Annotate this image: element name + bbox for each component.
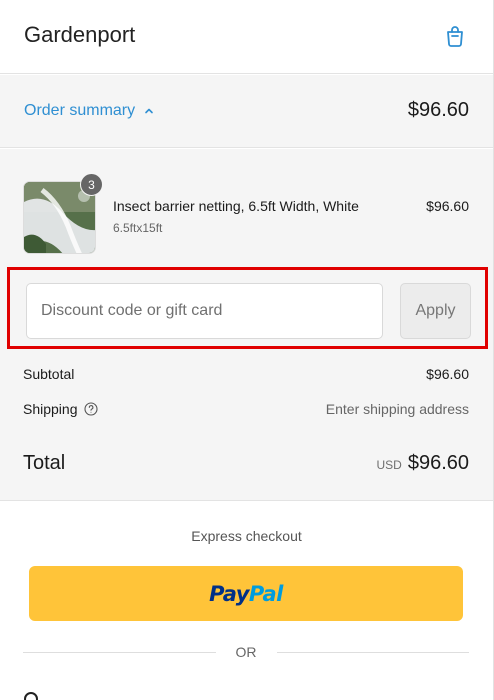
product-variant: 6.5ftx15ft (113, 221, 163, 235)
apply-discount-button[interactable]: Apply (400, 283, 471, 339)
discount-highlight-box: Apply (7, 267, 488, 349)
line-item: 3 Insect barrier netting, 6.5ft Width, W… (23, 173, 469, 254)
or-label: OR (235, 644, 257, 660)
shipping-value: Enter shipping address (325, 401, 469, 417)
subtotal-label: Subtotal (23, 366, 75, 382)
total-row: Total USD $96.60 (23, 452, 469, 475)
shipping-label: Shipping (23, 401, 78, 417)
total-label: Total (23, 452, 66, 474)
shipping-row: Shipping Enter shipping address (23, 401, 469, 417)
divider-line-left (23, 651, 216, 653)
header: Gardenport (0, 0, 493, 74)
order-summary-bar: Order summary $96.60 (0, 75, 493, 148)
paypal-logo-part1: Pay (209, 581, 249, 606)
total-amount-group: USD $96.60 (376, 452, 469, 475)
help-circle-icon[interactable] (83, 402, 98, 416)
product-price: $96.60 (426, 198, 469, 214)
shipping-label-group: Shipping (23, 401, 98, 417)
paypal-logo-part2: Pal (248, 581, 283, 606)
subtotal-value: $96.60 (426, 366, 469, 382)
express-checkout-label: Express checkout (191, 528, 302, 544)
store-logo[interactable]: Gardenport (24, 22, 135, 48)
partial-heading-glyph (24, 692, 38, 700)
product-name: Insect barrier netting, 6.5ft Width, Whi… (113, 198, 359, 214)
discount-code-input[interactable] (26, 283, 383, 339)
subtotal-row: Subtotal $96.60 (23, 366, 469, 382)
order-summary-total: $96.60 (407, 99, 469, 121)
divider-line-right (276, 651, 469, 653)
order-summary-toggle-label: Order summary (24, 102, 136, 119)
currency-code: USD (376, 458, 402, 472)
checkout-page: Gardenport Order summary $96.60 3 Insect… (0, 0, 494, 700)
shopping-bag-icon[interactable] (443, 24, 467, 48)
order-summary-toggle[interactable]: Order summary (24, 102, 155, 120)
or-divider: OR (23, 642, 469, 662)
paypal-button[interactable]: Pay Pal (29, 566, 463, 621)
total-value: $96.60 (407, 452, 469, 474)
quantity-badge: 3 (80, 173, 103, 196)
order-summary-panel: 3 Insect barrier netting, 6.5ft Width, W… (0, 149, 493, 501)
chevron-up-icon (145, 108, 153, 114)
